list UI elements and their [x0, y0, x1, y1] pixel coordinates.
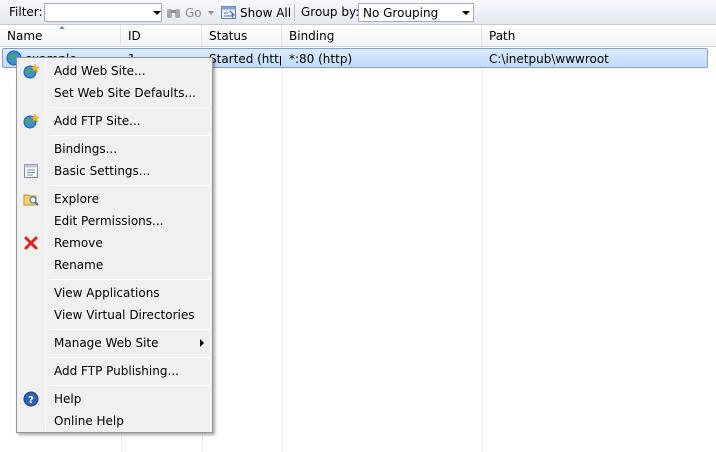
grid-header: Name ID Status Binding Path — [0, 25, 716, 47]
group-by-dropdown-arrow-icon[interactable] — [462, 11, 470, 15]
show-all-label: Show All — [240, 5, 292, 20]
menu-item-label: View Applications — [54, 286, 160, 300]
add-ftp-site-globe-icon — [23, 113, 39, 129]
menu-separator — [49, 135, 210, 136]
menu-item-edit-permissions[interactable]: Edit Permissions... — [19, 210, 210, 232]
menu-separator — [49, 185, 210, 186]
column-header-name[interactable]: Name — [0, 25, 121, 47]
menu-item-explore[interactable]: Explore — [19, 188, 210, 210]
group-by-label: Group by: — [301, 5, 360, 19]
menu-item-online-help[interactable]: Online Help — [19, 410, 210, 432]
menu-item-label: Edit Permissions... — [54, 214, 164, 228]
menu-item-label: Remove — [54, 236, 103, 250]
remove-x-icon — [24, 236, 38, 250]
filter-label: Filter: — [9, 5, 43, 19]
group-by-value: No Grouping — [363, 6, 439, 20]
menu-item-label: View Virtual Directories — [54, 308, 195, 322]
cell-status: Started (http) — [209, 52, 281, 66]
menu-item-add-ftp-publishing[interactable]: Add FTP Publishing... — [19, 360, 210, 382]
column-divider — [482, 47, 483, 452]
show-all-button[interactable]: Show All — [221, 3, 291, 22]
add-web-site-globe-icon — [23, 63, 39, 79]
menu-separator — [49, 357, 210, 358]
help-icon: ? — [23, 391, 39, 407]
menu-separator — [49, 107, 210, 108]
menu-item-manage-web-site[interactable]: Manage Web Site — [19, 332, 210, 354]
menu-item-bindings[interactable]: Bindings... — [19, 138, 210, 160]
sort-ascending-icon — [59, 26, 65, 29]
menu-item-remove[interactable]: Remove — [19, 232, 210, 254]
column-header-label: Binding — [289, 29, 335, 43]
cell-path: C:\inetpub\wwwroot — [489, 52, 609, 66]
column-header-label: Path — [489, 29, 516, 43]
filter-input[interactable] — [44, 3, 162, 22]
menu-item-label: Add FTP Publishing... — [54, 364, 179, 378]
menu-item-add-web-site[interactable]: Add Web Site... — [19, 60, 210, 82]
go-label: Go — [185, 5, 202, 20]
filter-dropdown-arrow-icon[interactable] — [153, 11, 161, 15]
basic-settings-icon — [24, 164, 38, 178]
menu-item-label: Manage Web Site — [54, 336, 159, 350]
menu-item-set-web-site-defaults[interactable]: Set Web Site Defaults... — [19, 82, 210, 104]
column-header-id[interactable]: ID — [121, 25, 202, 47]
menu-item-label: Online Help — [54, 414, 124, 428]
menu-item-label: Rename — [54, 258, 104, 272]
iis-sites-view: Filter: Go Show All Group by: No Groupin… — [0, 0, 716, 452]
go-button[interactable]: Go — [166, 3, 202, 22]
column-header-status[interactable]: Status — [202, 25, 282, 47]
menu-item-label: Explore — [54, 192, 100, 206]
site-context-menu: Add Web Site... Set Web Site Defaults...… — [16, 57, 213, 433]
binoculars-icon — [167, 8, 180, 18]
menu-item-view-applications[interactable]: View Applications — [19, 282, 210, 304]
column-header-binding[interactable]: Binding — [282, 25, 482, 47]
group-by-select[interactable]: No Grouping — [358, 3, 474, 22]
svg-text:?: ? — [28, 395, 34, 406]
go-dropdown-arrow-icon[interactable] — [208, 11, 214, 15]
menu-separator — [49, 385, 210, 386]
menu-item-label: Basic Settings... — [54, 164, 151, 178]
menu-item-basic-settings[interactable]: Basic Settings... — [19, 160, 210, 182]
submenu-arrow-icon — [200, 339, 204, 347]
show-all-icon — [221, 6, 236, 19]
explore-folder-icon — [23, 194, 39, 206]
column-header-label: Name — [7, 29, 43, 43]
column-divider — [282, 47, 283, 452]
menu-item-label: Set Web Site Defaults... — [54, 86, 196, 100]
menu-separator — [49, 329, 210, 330]
menu-separator — [49, 279, 210, 280]
menu-item-help[interactable]: ? Help — [19, 388, 210, 410]
menu-item-label: Add FTP Site... — [54, 114, 141, 128]
menu-item-view-virtual-directories[interactable]: View Virtual Directories — [19, 304, 210, 326]
cell-binding: *:80 (http) — [289, 52, 353, 66]
menu-item-add-ftp-site[interactable]: Add FTP Site... — [19, 110, 210, 132]
menu-item-label: Help — [54, 392, 82, 406]
column-header-label: ID — [128, 29, 141, 43]
menu-item-rename[interactable]: Rename — [19, 254, 210, 276]
filter-toolbar: Filter: Go Show All Group by: No Groupin… — [0, 0, 716, 25]
menu-item-label: Bindings... — [54, 142, 118, 156]
toolbar-separator — [294, 4, 295, 21]
column-header-path[interactable]: Path — [482, 25, 716, 47]
column-header-label: Status — [209, 29, 248, 43]
menu-item-label: Add Web Site... — [54, 64, 146, 78]
